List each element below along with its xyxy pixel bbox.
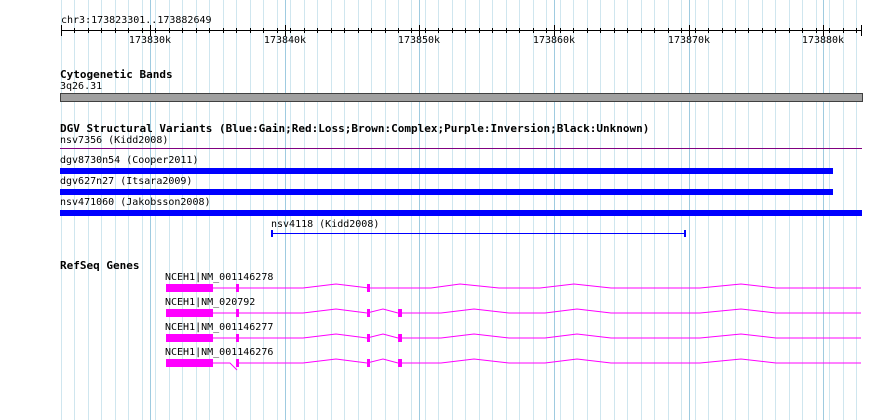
gene-model-nm-001146277[interactable]: [166, 333, 861, 342]
gene-models[interactable]: [0, 0, 890, 420]
gene-model-nm-001146276[interactable]: [166, 358, 861, 371]
gene-model-nm-020792[interactable]: [166, 308, 861, 317]
gene-model-nm-001146278[interactable]: [166, 283, 861, 292]
